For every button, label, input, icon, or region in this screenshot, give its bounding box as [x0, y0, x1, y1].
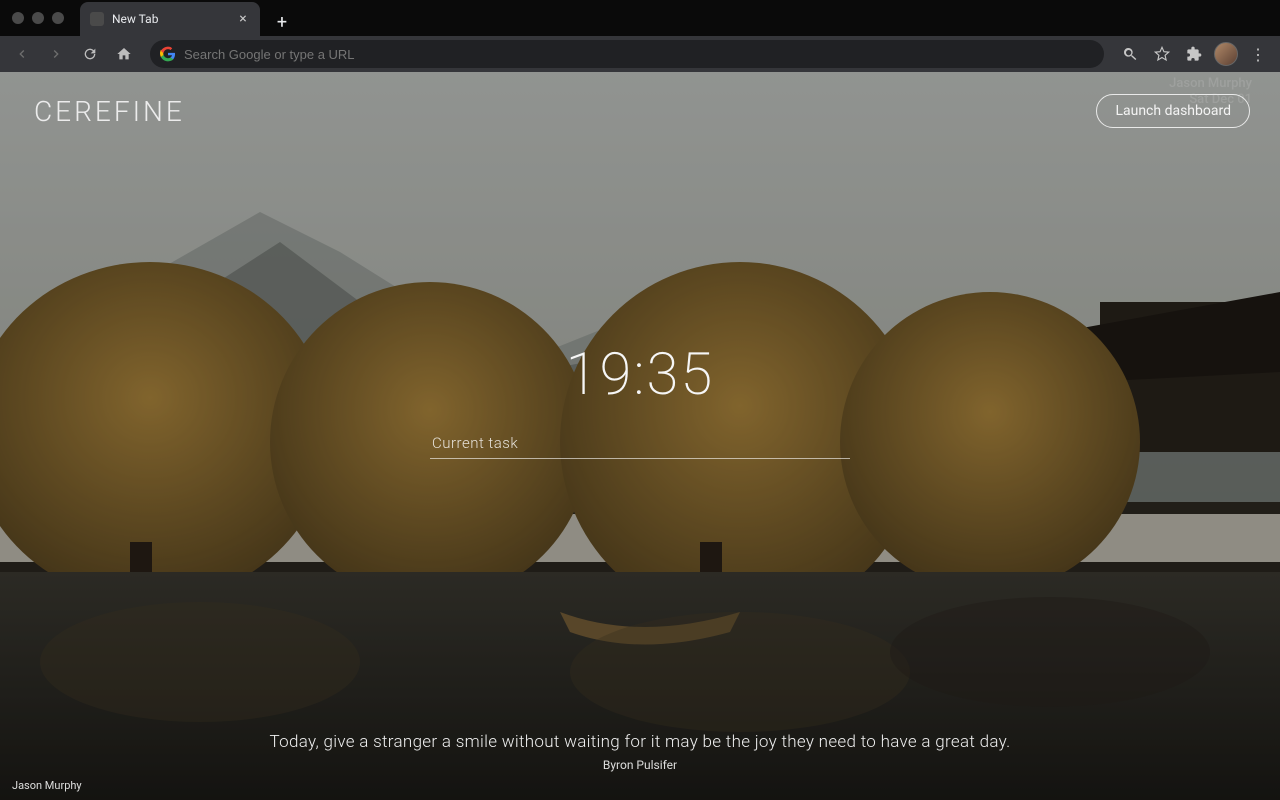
home-button[interactable] [110, 40, 138, 68]
profile-avatar [1214, 42, 1238, 66]
quote-author: Byron Pulsifer [0, 758, 1280, 772]
photo-credit: Jason Murphy [12, 779, 82, 792]
zoom-icon[interactable] [1116, 40, 1144, 68]
browser-toolbar: ⋮ [0, 36, 1280, 72]
browser-tab-active[interactable]: New Tab × [80, 2, 260, 36]
omnibox[interactable] [150, 40, 1104, 68]
quote-block: Today, give a stranger a smile without w… [0, 732, 1280, 800]
window-zoom-dot[interactable] [52, 12, 64, 24]
window-close-dot[interactable] [12, 12, 24, 24]
chrome-menu-icon[interactable]: ⋮ [1244, 40, 1272, 68]
window-titlebar: New Tab × + [0, 0, 1280, 36]
clock-display: 19:35 [566, 341, 715, 409]
nav-back-button[interactable] [8, 40, 36, 68]
google-icon [160, 46, 176, 62]
newtab-overlay: CEREFINE Jason Murphy Sat Dec 01 Launch … [0, 72, 1280, 800]
omnibox-input[interactable] [184, 47, 1094, 62]
toolbar-right: ⋮ [1116, 40, 1272, 68]
profile-button[interactable] [1212, 40, 1240, 68]
current-task-input[interactable] [432, 434, 848, 452]
bookmark-star-icon[interactable] [1148, 40, 1176, 68]
current-task-field[interactable] [430, 427, 850, 459]
browser-window: New Tab × + [0, 0, 1280, 800]
page-viewport: CEREFINE Jason Murphy Sat Dec 01 Launch … [0, 72, 1280, 800]
reload-button[interactable] [76, 40, 104, 68]
window-controls [12, 12, 64, 24]
new-tab-button[interactable]: + [268, 8, 296, 36]
tab-title: New Tab [112, 12, 228, 26]
window-minimize-dot[interactable] [32, 12, 44, 24]
tab-strip: New Tab × + [80, 0, 1268, 36]
extensions-puzzle-icon[interactable] [1180, 40, 1208, 68]
nav-forward-button[interactable] [42, 40, 70, 68]
center-block: 19:35 [0, 98, 1280, 702]
tab-favicon [90, 12, 104, 26]
watermark-name: Jason Murphy [1169, 76, 1252, 92]
close-tab-icon[interactable]: × [236, 12, 250, 26]
quote-text: Today, give a stranger a smile without w… [0, 732, 1280, 752]
